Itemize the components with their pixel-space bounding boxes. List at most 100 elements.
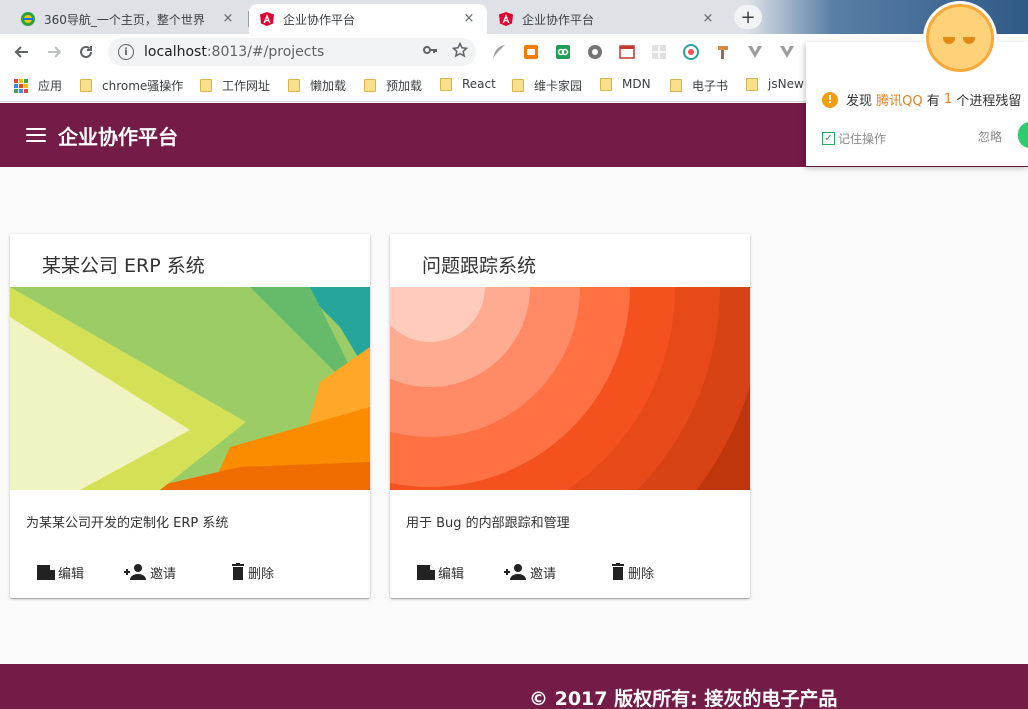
edit-label: 编辑 <box>58 566 85 582</box>
tab-title: 企业协作平台 <box>283 12 356 27</box>
project-card[interactable]: 问题跟踪系统 用于 Bug 的内部跟踪和管理 编辑 邀请 删除 <box>390 234 750 598</box>
popup-count: 1 <box>943 92 953 107</box>
bookmark-folder[interactable]: 工作网址 <box>200 77 270 94</box>
angular-icon <box>259 11 275 27</box>
bookmark-apps[interactable]: 应用 <box>14 77 62 94</box>
project-description: 用于 Bug 的内部跟踪和管理 <box>406 516 570 531</box>
bookmark-folder[interactable]: 维卡家园 <box>512 77 582 94</box>
extension-green-icon[interactable] <box>554 43 572 61</box>
forward-button[interactable] <box>42 40 66 64</box>
remember-label: 记住操作 <box>838 132 887 146</box>
project-card[interactable]: 某某公司 ERP 系统 为某某公司开发的定制化 ERP 系统 编辑 邀请 删除 <box>10 234 370 598</box>
mascot-eye <box>963 37 975 44</box>
back-button[interactable] <box>10 40 34 64</box>
delete-label: 删除 <box>628 566 655 582</box>
bookmark-label: 应用 <box>38 79 63 93</box>
extension-grid-icon[interactable] <box>650 43 668 61</box>
delete-button[interactable]: 删除 <box>610 560 654 584</box>
bookmark-folder[interactable]: 预加载 <box>364 77 422 94</box>
edit-button[interactable]: 编辑 <box>416 560 464 584</box>
cleanup-button[interactable] <box>1018 122 1028 148</box>
folder-icon <box>364 79 376 92</box>
folder-icon <box>200 79 212 92</box>
warning-icon: ! <box>822 91 838 108</box>
ignore-button[interactable]: 忽略 <box>978 128 1002 145</box>
invite-button[interactable]: 邀请 <box>124 560 176 584</box>
bookmark-folder[interactable]: MDN <box>600 77 651 91</box>
extension-hammer-icon[interactable] <box>714 43 732 61</box>
tab-close-icon[interactable]: × <box>461 11 477 27</box>
bookmark-folder[interactable]: jsNew <box>746 77 804 91</box>
card-actions: 编辑 邀请 删除 <box>10 560 370 584</box>
apps-grid-icon <box>14 78 28 93</box>
new-tab-button[interactable]: + <box>734 5 762 29</box>
tab-title: 360导航_一个主页，整个世界 <box>44 12 205 27</box>
popup-msg-prefix: 发现 <box>846 94 873 109</box>
bookmark-folder[interactable]: 电子书 <box>670 77 728 94</box>
bookmark-label: MDN <box>622 77 651 91</box>
tab-360-navigation[interactable]: 360导航_一个主页，整个世界 × <box>10 4 246 34</box>
edit-label: 编辑 <box>438 566 465 582</box>
copyright-text: © 2017 版权所有: 接灰的电子产品 <box>529 688 838 709</box>
popup-msg-mid: 有 <box>926 94 940 109</box>
bookmark-folder[interactable]: 懒加载 <box>288 77 346 94</box>
bookmark-folder[interactable]: React <box>440 77 496 91</box>
tab-enterprise-platform-active[interactable]: 企业协作平台 × <box>249 4 487 34</box>
remember-checkbox[interactable]: ✓ 记住操作 <box>822 130 886 147</box>
extension-v-icon[interactable] <box>778 43 796 61</box>
extension-orange-icon[interactable] <box>522 43 540 61</box>
browser-tab-strip: 360导航_一个主页，整个世界 × 企业协作平台 × 企业协作平台 × + <box>0 0 1028 34</box>
invite-button[interactable]: 邀请 <box>504 560 556 584</box>
menu-icon[interactable] <box>26 128 46 142</box>
popup-msg-suffix: 个进程残留 <box>956 94 1022 109</box>
back-arrow-icon <box>14 46 28 58</box>
app-footer: © 2017 版权所有: 接灰的电子产品 <box>0 664 1028 709</box>
extension-v-icon[interactable] <box>746 43 764 61</box>
extension-gear-icon[interactable] <box>586 43 604 61</box>
bookmark-label: jsNew <box>768 77 804 91</box>
trash-icon <box>612 563 624 580</box>
tab-close-icon[interactable]: × <box>220 11 236 27</box>
extension-target-icon[interactable] <box>682 43 700 61</box>
extension-window-icon[interactable] <box>618 43 636 61</box>
star-icon[interactable] <box>452 42 468 58</box>
popup-message: ! 发现 腾讯QQ 有 1 个进程残留 <box>822 90 1021 109</box>
bookmark-label: 维卡家园 <box>534 79 583 93</box>
mascot-avatar <box>926 4 994 72</box>
invite-label: 邀请 <box>530 566 557 582</box>
trash-icon <box>232 563 244 580</box>
project-description: 为某某公司开发的定制化 ERP 系统 <box>26 516 229 531</box>
key-icon[interactable] <box>422 42 438 58</box>
360-browser-icon <box>20 11 36 27</box>
folder-icon <box>670 79 682 92</box>
site-info-icon[interactable]: i <box>118 44 134 60</box>
add-user-icon <box>124 564 146 580</box>
reload-icon <box>80 45 92 58</box>
angular-icon <box>498 11 514 27</box>
note-icon <box>417 565 435 580</box>
delete-button[interactable]: 删除 <box>230 560 274 584</box>
bookmark-label: React <box>462 77 496 91</box>
notification-popup: ! 发现 腾讯QQ 有 1 个进程残留 ✓ 记住操作 忽略 <box>806 42 1028 166</box>
bookmark-label: chrome骚操作 <box>102 79 184 93</box>
note-icon <box>37 565 55 580</box>
bookmark-label: 电子书 <box>692 79 729 93</box>
folder-icon <box>80 79 92 92</box>
tab-title: 企业协作平台 <box>522 12 595 27</box>
delete-label: 删除 <box>248 566 275 582</box>
bookmark-label: 懒加载 <box>310 79 347 93</box>
project-cover-image <box>390 287 750 490</box>
add-user-icon <box>504 564 526 580</box>
forward-arrow-icon <box>48 46 62 58</box>
folder-icon <box>440 77 452 91</box>
extension-feather-icon[interactable] <box>490 43 508 61</box>
tab-close-icon[interactable]: × <box>700 11 716 27</box>
reload-button[interactable] <box>74 40 98 64</box>
folder-icon <box>600 77 612 91</box>
tab-enterprise-platform[interactable]: 企业协作平台 × <box>488 4 726 34</box>
popup-app-name: 腾讯QQ <box>876 94 923 109</box>
address-bar[interactable]: i localhost:8013/#/projects <box>108 38 476 66</box>
edit-button[interactable]: 编辑 <box>36 560 84 584</box>
card-actions: 编辑 邀请 删除 <box>390 560 750 584</box>
bookmark-folder[interactable]: chrome骚操作 <box>80 77 183 94</box>
